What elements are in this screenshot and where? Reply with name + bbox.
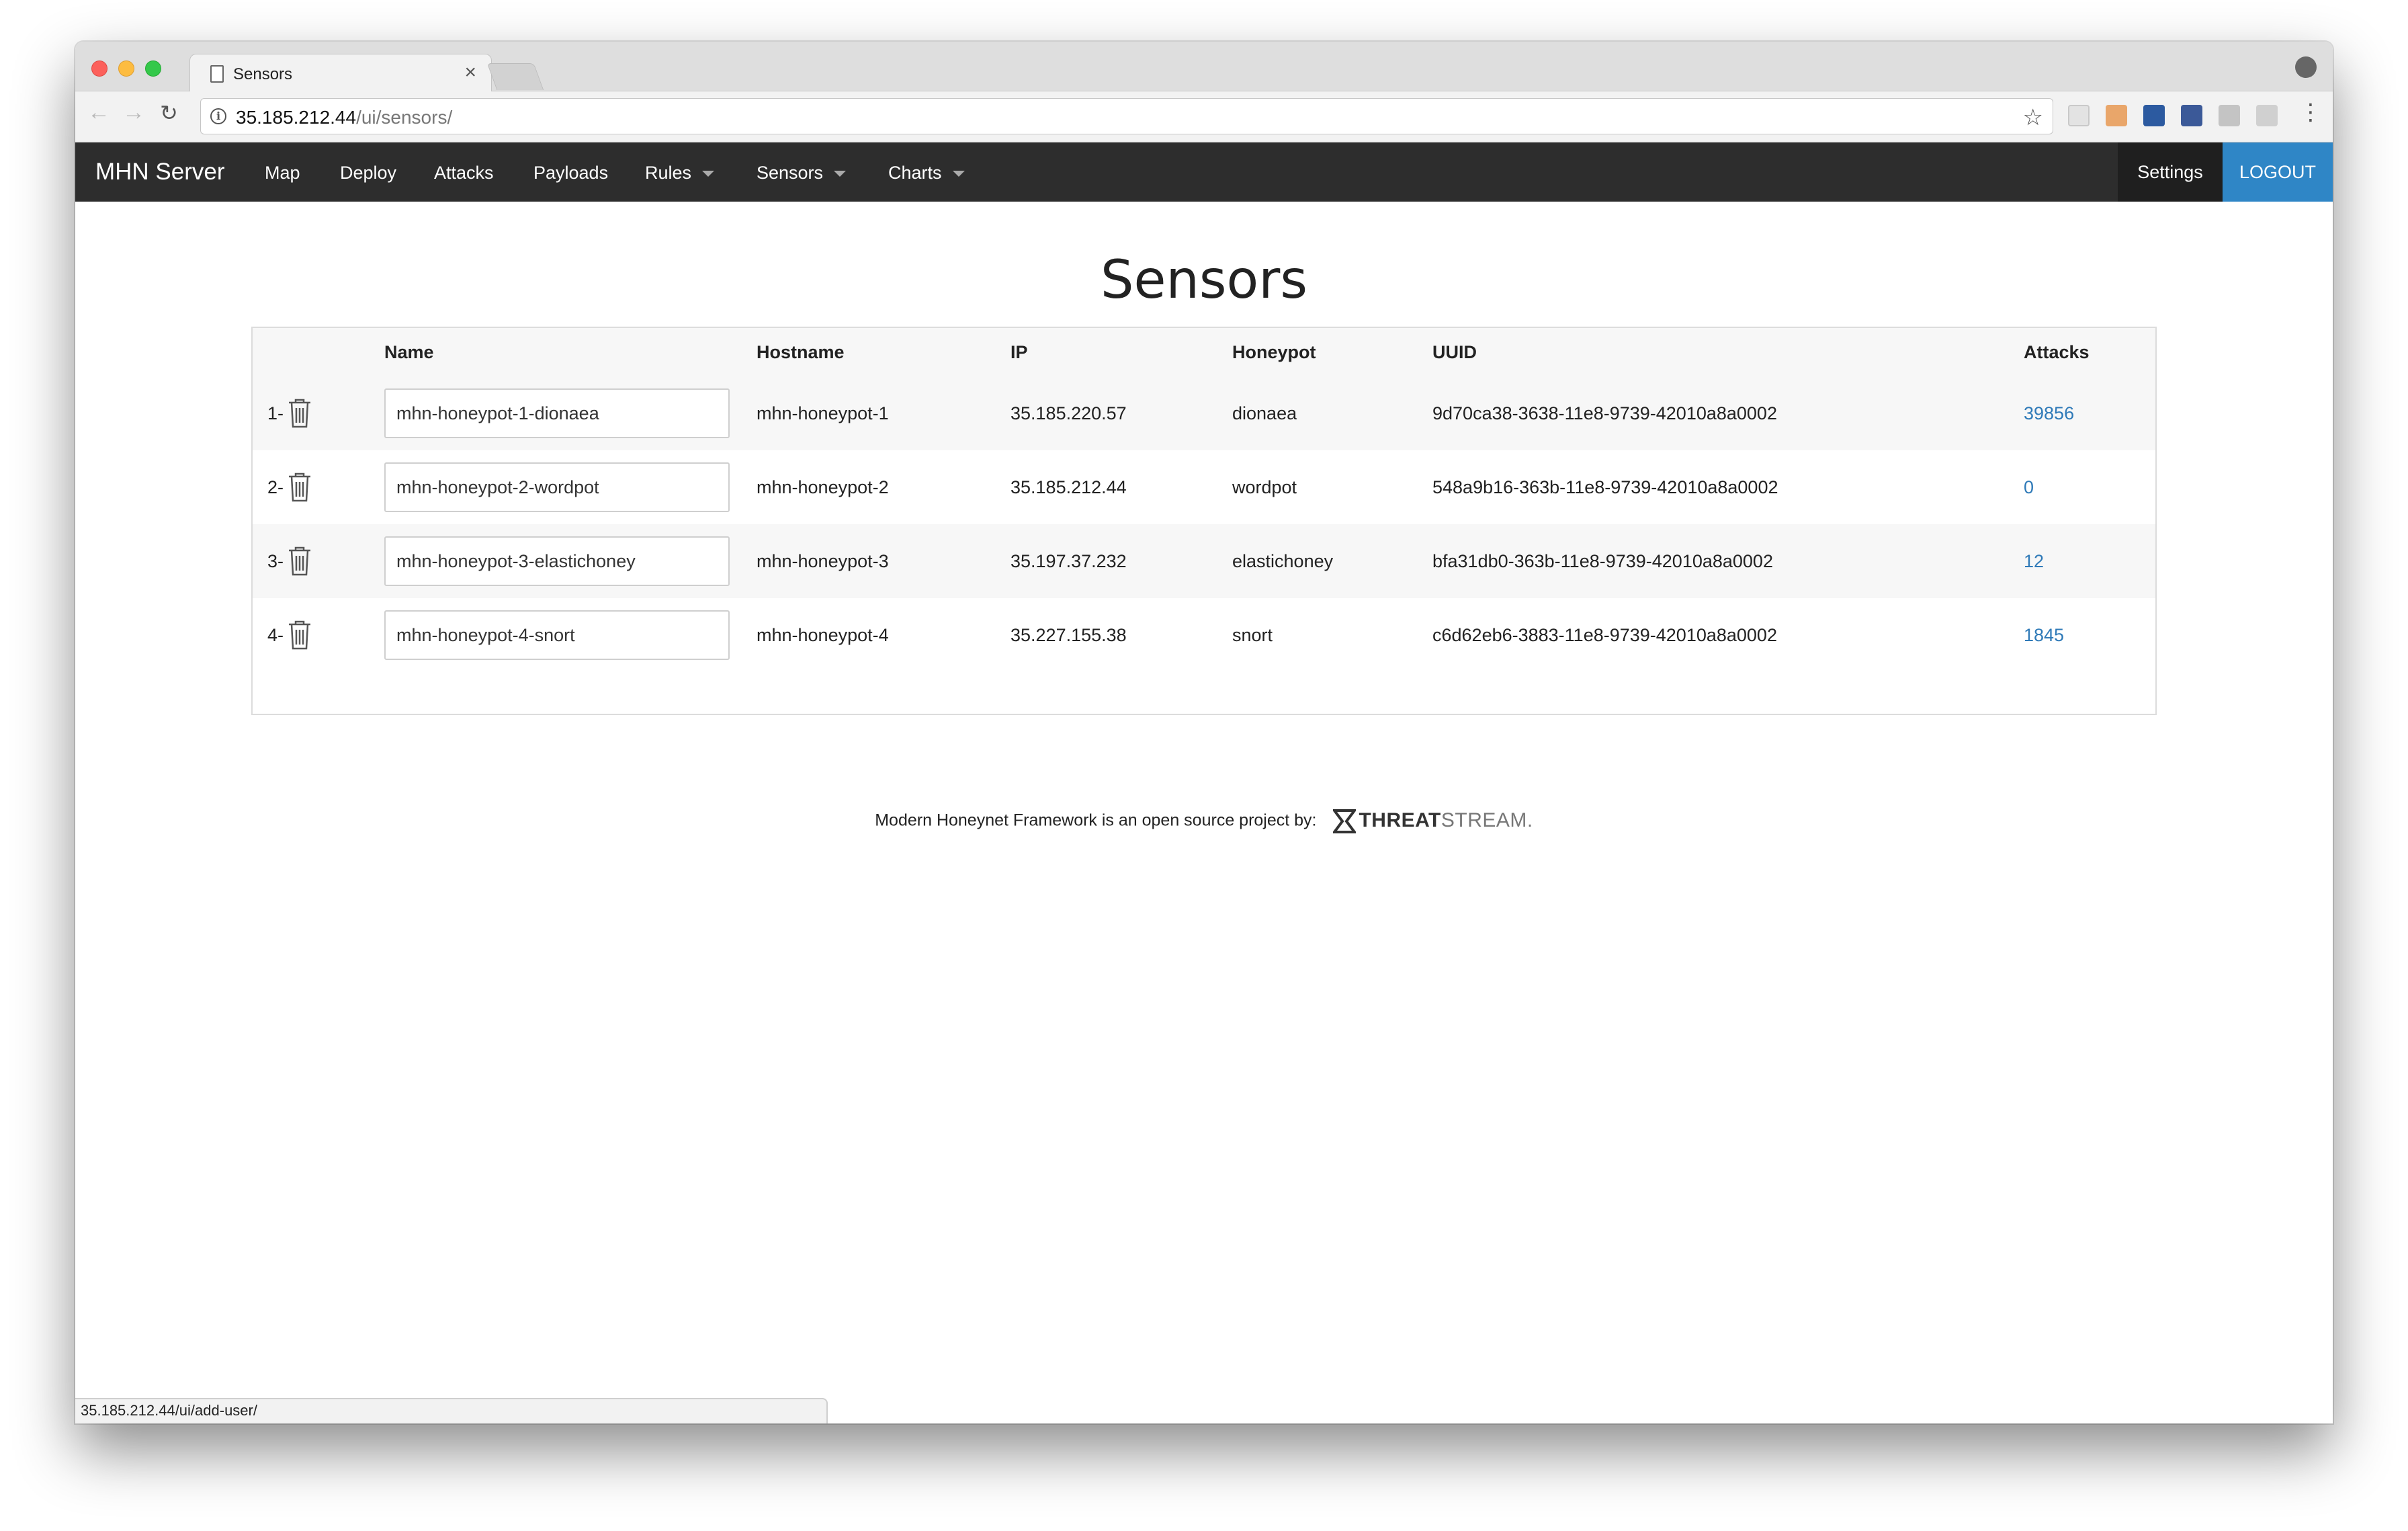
honeypot-cell: dionaea — [1232, 403, 1297, 423]
table-row: 3- mhn-honeypot-3 35.197.37.232 elastich… — [253, 524, 2155, 598]
caret-down-icon — [952, 171, 965, 177]
browser-menu-icon[interactable]: ⋮ — [2299, 101, 2322, 124]
nav-rules[interactable]: Rules — [645, 163, 715, 183]
settings-link[interactable]: Settings — [2118, 142, 2223, 202]
nav-payloads[interactable]: Payloads — [533, 163, 608, 183]
page-title: Sensors — [1100, 250, 1307, 311]
ip-cell: 35.185.212.44 — [1010, 477, 1127, 497]
caret-down-icon — [834, 171, 847, 177]
row-index: 4- — [267, 624, 284, 645]
sensor-name-input[interactable] — [384, 610, 730, 660]
nav-sensors-label: Sensors — [757, 163, 824, 183]
address-bar: ← → ↻ i 35.185.212.44/ui/sensors/ ☆ ⋮ — [75, 91, 2333, 142]
table-row: 2- mhn-honeypot-2 35.185.212.44 wordpot … — [253, 450, 2155, 524]
bookmark-extension-icon[interactable] — [2143, 105, 2165, 126]
hostname-cell: mhn-honeypot-1 — [757, 403, 889, 423]
threatstream-logo[interactable]: THREATSTREAM. — [1333, 809, 1533, 834]
header-honeypot: Honeypot — [1232, 341, 1316, 362]
url-host: 35.185.212.44 — [236, 107, 357, 128]
header-uuid: UUID — [1432, 341, 1477, 362]
honeypot-cell: snort — [1232, 624, 1273, 645]
hostname-cell: mhn-honeypot-4 — [757, 624, 889, 645]
tab-bar: Sensors × — [75, 42, 2333, 93]
trash-icon[interactable] — [286, 471, 313, 503]
brand-link[interactable]: MHN Server — [95, 159, 225, 185]
trash-icon[interactable] — [286, 619, 313, 651]
nav-charts[interactable]: Charts — [888, 163, 965, 183]
info-icon[interactable]: i — [210, 108, 226, 124]
facebook-extension-icon[interactable] — [2181, 105, 2202, 126]
hostname-cell: mhn-honeypot-2 — [757, 477, 889, 497]
nav-attacks[interactable]: Attacks — [434, 163, 494, 183]
table-row: 1- mhn-honeypot-1 35.185.220.57 dionaea … — [253, 376, 2155, 450]
document-icon — [210, 65, 224, 83]
row-index: 2- — [267, 477, 284, 497]
profile-icon[interactable] — [2295, 56, 2317, 78]
logout-button[interactable]: LOGOUT — [2223, 142, 2333, 202]
bookmark-star-icon[interactable]: ☆ — [2023, 104, 2043, 131]
tab-close-icon[interactable]: × — [464, 63, 476, 83]
header-attacks: Attacks — [2024, 341, 2090, 362]
row-index: 1- — [267, 403, 284, 423]
extension-icon[interactable] — [2219, 105, 2240, 126]
uuid-cell: bfa31db0-363b-11e8-9739-42010a8a0002 — [1432, 550, 1773, 571]
nav-map[interactable]: Map — [265, 163, 300, 183]
header-ip: IP — [1010, 341, 1028, 362]
status-bar: 35.185.212.44/ui/add-user/ — [75, 1398, 828, 1423]
tab-title: Sensors — [233, 65, 293, 83]
footer: Modern Honeynet Framework is an open sou… — [75, 809, 2333, 834]
extension-icon[interactable] — [2256, 105, 2278, 126]
sensor-name-input[interactable] — [384, 462, 730, 512]
logo-text-light: STREAM. — [1440, 809, 1533, 831]
url-input[interactable]: i 35.185.212.44/ui/sensors/ ☆ — [200, 98, 2053, 134]
nav-sensors[interactable]: Sensors — [757, 163, 847, 183]
ip-cell: 35.227.155.38 — [1010, 624, 1127, 645]
sensor-name-input[interactable] — [384, 536, 730, 586]
url-text: 35.185.212.44/ui/sensors/ — [236, 107, 452, 128]
footer-text: Modern Honeynet Framework is an open sou… — [875, 811, 1317, 830]
close-window-button[interactable] — [91, 60, 108, 77]
nav-rules-label: Rules — [645, 163, 692, 183]
reload-icon[interactable]: ↻ — [160, 102, 178, 124]
header-index — [253, 328, 384, 376]
hostname-cell: mhn-honeypot-3 — [757, 550, 889, 571]
row-index: 3- — [267, 550, 284, 571]
new-tab-button[interactable] — [486, 63, 544, 90]
logo-text-bold: THREAT — [1359, 809, 1441, 831]
uuid-cell: 548a9b16-363b-11e8-9739-42010a8a0002 — [1432, 477, 1778, 497]
ip-cell: 35.197.37.232 — [1010, 550, 1127, 571]
nav-deploy[interactable]: Deploy — [340, 163, 396, 183]
minimize-window-button[interactable] — [118, 60, 134, 77]
attacks-link[interactable]: 39856 — [2024, 403, 2074, 423]
table-header-row: Name Hostname IP Honeypot UUID Attacks — [253, 328, 2155, 376]
forward-arrow-icon[interactable]: → — [122, 101, 145, 124]
header-hostname: Hostname — [757, 341, 845, 362]
honeypot-cell: wordpot — [1232, 477, 1297, 497]
uuid-cell: c6d62eb6-3883-11e8-9739-42010a8a0002 — [1432, 624, 1777, 645]
threatstream-logo-mark-icon — [1333, 809, 1357, 834]
honeypot-cell: elastichoney — [1232, 550, 1334, 571]
nav-charts-label: Charts — [888, 163, 942, 183]
header-name: Name — [384, 341, 434, 362]
browser-window: Sensors × ← → ↻ i 35.185.212.44/ui/senso… — [75, 42, 2333, 1423]
sensors-table: Name Hostname IP Honeypot UUID Attacks 1… — [251, 327, 2157, 715]
sensor-name-input[interactable] — [384, 388, 730, 438]
ip-cell: 35.185.220.57 — [1010, 403, 1127, 423]
app-navbar: MHN Server Map Deploy Attacks Payloads R… — [75, 142, 2333, 202]
url-path: /ui/sensors/ — [356, 107, 453, 128]
uuid-cell: 9d70ca38-3638-11e8-9739-42010a8a0002 — [1432, 403, 1777, 423]
attacks-link[interactable]: 1845 — [2024, 625, 2064, 645]
trash-icon[interactable] — [286, 397, 313, 429]
extension-icon[interactable] — [2106, 105, 2127, 126]
maximize-window-button[interactable] — [145, 60, 161, 77]
extension-icon[interactable] — [2068, 105, 2090, 126]
attacks-link[interactable]: 12 — [2024, 551, 2044, 571]
back-arrow-icon[interactable]: ← — [87, 101, 110, 124]
table-row: 4- mhn-honeypot-4 35.227.155.38 snort c6… — [253, 598, 2155, 672]
attacks-link[interactable]: 0 — [2024, 477, 2034, 497]
trash-icon[interactable] — [286, 545, 313, 577]
browser-tab[interactable]: Sensors × — [189, 54, 492, 93]
caret-down-icon — [702, 171, 715, 177]
